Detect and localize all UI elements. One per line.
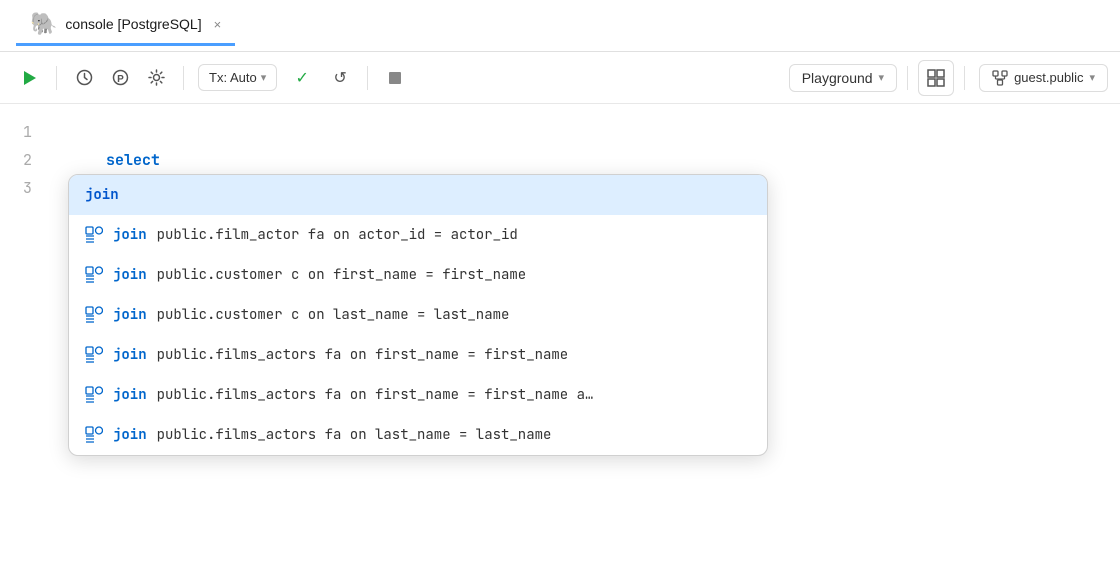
separator-5 (964, 66, 965, 90)
run-button[interactable] (12, 61, 46, 95)
autocomplete-dropdown: join join public.film_actor fa on actor_… (68, 174, 768, 456)
tx-arrow: ▾ (261, 71, 267, 84)
ac-kw-1: join (113, 226, 147, 244)
schema-arrow: ▾ (1089, 71, 1095, 84)
table-icon-6 (85, 426, 103, 444)
table-icon-3 (85, 306, 103, 324)
autocomplete-item-3[interactable]: join public.customer c on last_name = la… (69, 295, 767, 335)
keyword-select: select (106, 150, 160, 170)
table-icon-5 (85, 386, 103, 404)
table-icon-1 (85, 226, 103, 244)
line-number-1: 1 (0, 118, 48, 146)
line-number-3: 3 (0, 174, 48, 202)
ac-kw-6: join (113, 426, 147, 444)
separator-4 (907, 66, 908, 90)
settings-icon (148, 69, 165, 86)
autocomplete-item-4[interactable]: join public.films_actors fa on first_nam… (69, 335, 767, 375)
stop-icon (388, 71, 402, 85)
separator-3 (367, 66, 368, 90)
history-icon (76, 69, 93, 86)
line-number-2: 2 (0, 146, 48, 174)
ac-rest-4: public.films_actors fa on first_name = f… (157, 346, 569, 364)
autocomplete-item-2[interactable]: join public.customer c on first_name = f… (69, 255, 767, 295)
editor-area: 1 2 3 select * from actor join join (0, 104, 1120, 580)
schema-label: guest.public (1014, 70, 1083, 85)
ac-kw-3: join (113, 306, 147, 324)
svg-text:P: P (117, 74, 124, 85)
ac-rest-6: public.films_actors fa on last_name = la… (157, 426, 552, 444)
autocomplete-item-1[interactable]: join public.film_actor fa on actor_id = … (69, 215, 767, 255)
ac-kw-2: join (113, 266, 147, 284)
autocomplete-item-6[interactable]: join public.films_actors fa on last_name… (69, 415, 767, 455)
tx-label: Tx: Auto (209, 70, 257, 85)
table-icon-4 (85, 346, 103, 364)
ac-kw-4: join (113, 346, 147, 364)
ac-rest-1: public.film_actor fa on actor_id = actor… (157, 226, 518, 244)
autocomplete-keyword-0: join (85, 186, 119, 204)
title-bar: 🐘 console [PostgreSQL] × (0, 0, 1120, 52)
autocomplete-item-0[interactable]: join (69, 175, 767, 215)
schema-dropdown[interactable]: guest.public ▾ (979, 64, 1108, 92)
schema-icon (992, 70, 1008, 86)
stop-button[interactable] (378, 61, 412, 95)
grid-icon (927, 69, 945, 87)
table-icon-2 (85, 266, 103, 284)
tx-dropdown[interactable]: Tx: Auto ▾ (198, 64, 277, 91)
line-numbers: 1 2 3 (0, 104, 48, 580)
tab-close-button[interactable]: × (214, 17, 222, 32)
settings-button[interactable] (139, 61, 173, 95)
ac-rest-2: public.customer c on first_name = first_… (157, 266, 527, 284)
elephant-icon: 🐘 (30, 11, 57, 37)
pin-icon: P (112, 69, 129, 86)
code-line-1: select * from actor (48, 118, 1120, 146)
playground-label: Playground (802, 70, 873, 86)
commit-button[interactable]: ✓ (285, 61, 319, 95)
tab-title: console [PostgreSQL] (65, 16, 201, 32)
ac-rest-3: public.customer c on last_name = last_na… (157, 306, 510, 324)
ac-kw-5: join (113, 386, 147, 404)
history-button[interactable] (67, 61, 101, 95)
run-icon (21, 70, 37, 86)
separator-2 (183, 66, 184, 90)
playground-dropdown[interactable]: Playground ▾ (789, 64, 897, 92)
playground-arrow: ▾ (879, 71, 885, 84)
code-line-2: join (48, 146, 1120, 174)
autocomplete-item-5[interactable]: join public.films_actors fa on first_nam… (69, 375, 767, 415)
console-tab[interactable]: 🐘 console [PostgreSQL] × (16, 5, 235, 46)
undo-button[interactable]: ↺ (323, 61, 357, 95)
pin-button[interactable]: P (103, 61, 137, 95)
toolbar: P Tx: Auto ▾ ✓ ↺ Playground ▾ (0, 52, 1120, 104)
ac-rest-5: public.films_actors fa on first_name = f… (157, 386, 594, 404)
grid-view-button[interactable] (918, 60, 954, 96)
toolbar-group-left: P (67, 61, 173, 95)
separator-1 (56, 66, 57, 90)
